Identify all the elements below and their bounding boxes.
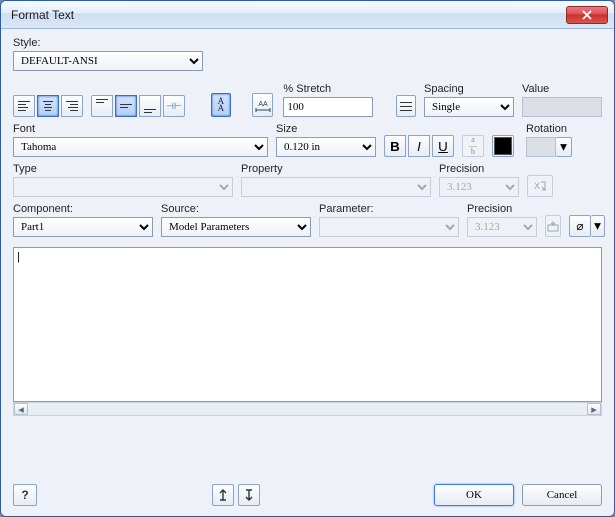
- color-swatch-icon: [494, 137, 512, 155]
- close-button[interactable]: [566, 6, 608, 24]
- close-icon: [582, 10, 592, 20]
- underline-button[interactable]: U: [432, 135, 454, 157]
- diameter-icon: ⌀: [576, 219, 583, 233]
- property-label: Property: [241, 163, 431, 175]
- align-dimension-button[interactable]: ⊣⊢: [163, 95, 185, 117]
- svg-text:AA: AA: [258, 101, 268, 108]
- line-spacing-button[interactable]: [396, 95, 416, 117]
- source-select[interactable]: Model Parameters: [161, 217, 311, 237]
- type-select: [13, 177, 233, 197]
- dialog-window: Format Text Style: DEFAULT-ANSI: [0, 0, 615, 517]
- help-icon: ?: [21, 488, 28, 502]
- value-label: Value: [522, 83, 602, 95]
- stretch-label: % Stretch: [283, 83, 373, 95]
- stretch-input[interactable]: [283, 97, 373, 117]
- type-label: Type: [13, 163, 233, 175]
- value-display: [522, 97, 602, 117]
- spacing-label: Spacing: [424, 83, 514, 95]
- align-top-button[interactable]: [91, 95, 113, 117]
- font-select[interactable]: Tahoma: [13, 137, 268, 157]
- font-label: Font: [13, 123, 268, 135]
- rotation-display[interactable]: [526, 137, 556, 157]
- symbol-button[interactable]: ⌀: [569, 215, 591, 237]
- fit-width-icon: AA: [255, 98, 271, 112]
- horizontal-scrollbar[interactable]: ◂ ▸: [13, 402, 602, 416]
- align-right-button[interactable]: [61, 95, 83, 117]
- scroll-right-button[interactable]: ▸: [587, 403, 601, 415]
- parameter-label: Parameter:: [319, 203, 459, 215]
- symbol-dropdown-button[interactable]: ▾: [591, 215, 605, 237]
- italic-icon: I: [417, 139, 421, 154]
- component-select[interactable]: Part1: [13, 217, 153, 237]
- line-down-button[interactable]: [238, 484, 260, 506]
- color-button[interactable]: [492, 135, 514, 157]
- align-bottom-button[interactable]: [139, 95, 161, 117]
- line-up-icon: [218, 488, 228, 502]
- precision2-label: Precision: [467, 203, 537, 215]
- titlebar: Format Text: [1, 1, 614, 29]
- precision1-select: 3.123: [439, 177, 519, 197]
- style-select[interactable]: DEFAULT-ANSI: [13, 51, 203, 71]
- text-stack-button[interactable]: AA: [211, 93, 231, 117]
- svg-text:X: X: [534, 181, 540, 191]
- spacing-select[interactable]: Single: [424, 97, 514, 117]
- bold-button[interactable]: B: [384, 135, 406, 157]
- stack-fraction-button[interactable]: a—b: [462, 135, 484, 157]
- footer: ? OK Cancel: [13, 484, 602, 506]
- component-label: Component:: [13, 203, 153, 215]
- justify-vertical-group: ⊣⊢: [91, 95, 185, 117]
- align-center-button[interactable]: [37, 95, 59, 117]
- fit-width-button[interactable]: AA: [252, 93, 274, 117]
- precision2-select: 3.123: [467, 217, 537, 237]
- precision1-label: Precision: [439, 163, 519, 175]
- insert-parameter-icon: [546, 219, 560, 233]
- text-format-group: B I U: [384, 135, 454, 157]
- text-area[interactable]: |: [13, 247, 602, 402]
- dialog-content: Style: DEFAULT-ANSI ⊣⊢: [1, 29, 614, 516]
- scroll-left-button[interactable]: ◂: [14, 403, 28, 415]
- parameter-select: [319, 217, 459, 237]
- property-select: [241, 177, 431, 197]
- help-button[interactable]: ?: [13, 484, 37, 506]
- justify-horizontal-group: [13, 95, 83, 117]
- insert-parameter-button: [545, 215, 561, 237]
- size-select[interactable]: 0.120 in: [276, 137, 376, 157]
- align-middle-button[interactable]: [115, 95, 137, 117]
- insert-property-button: X: [527, 175, 553, 197]
- bold-icon: B: [390, 139, 400, 154]
- size-label: Size: [276, 123, 376, 135]
- underline-icon: U: [438, 139, 448, 154]
- italic-button[interactable]: I: [408, 135, 430, 157]
- window-title: Format Text: [11, 8, 566, 22]
- source-label: Source:: [161, 203, 311, 215]
- rotation-label: Rotation: [526, 123, 572, 135]
- style-label: Style:: [13, 37, 203, 49]
- cancel-button[interactable]: Cancel: [522, 484, 602, 506]
- line-down-icon: [244, 488, 254, 502]
- align-left-button[interactable]: [13, 95, 35, 117]
- ok-button[interactable]: OK: [434, 484, 514, 506]
- rotation-dropdown-button[interactable]: ▾: [556, 137, 572, 157]
- text-area-inner[interactable]: |: [14, 248, 602, 401]
- insert-property-icon: X: [533, 179, 547, 193]
- line-up-button[interactable]: [212, 484, 234, 506]
